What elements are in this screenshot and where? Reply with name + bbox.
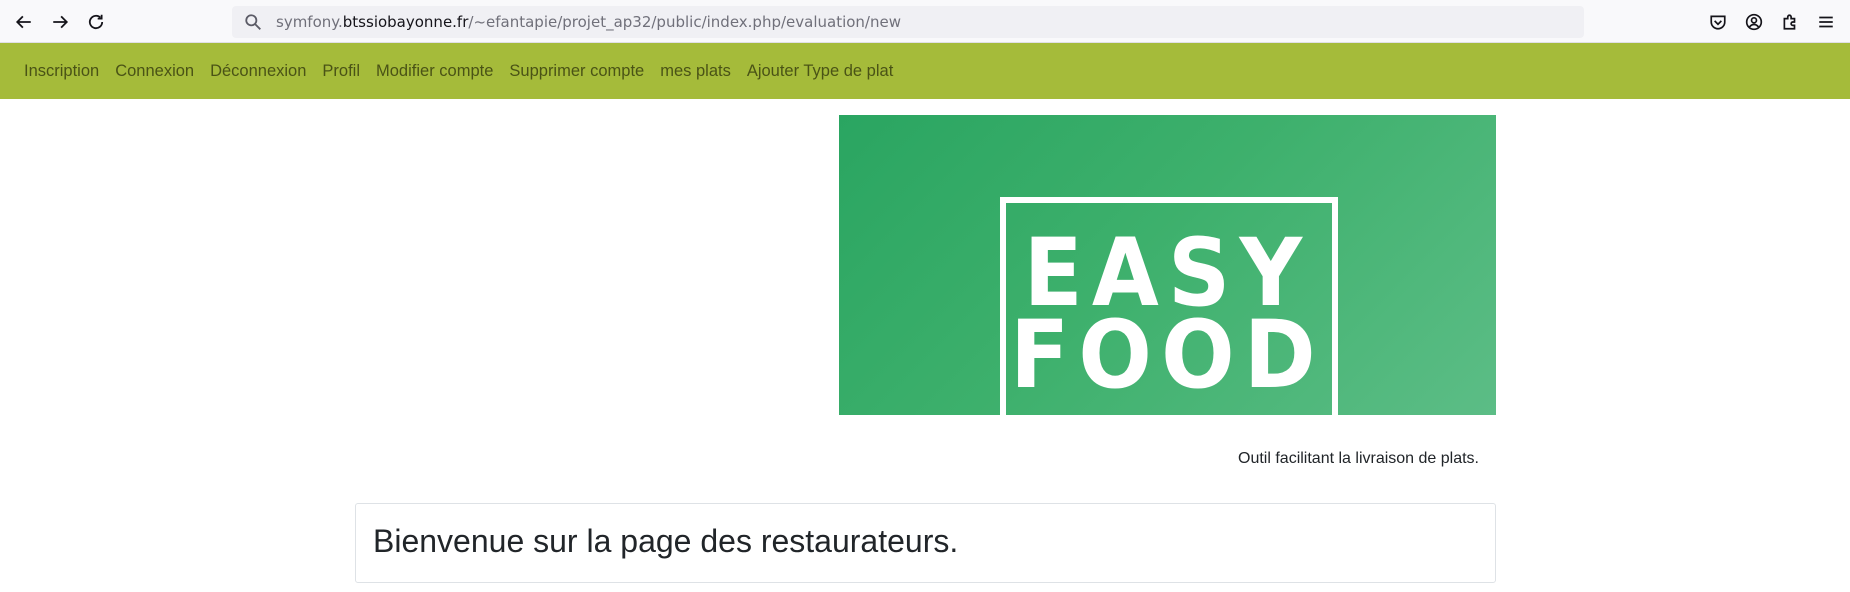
nav-link-inscription[interactable]: Inscription	[16, 43, 107, 99]
url-bar[interactable]: symfony.btssiobayonne.fr/~efantapie/proj…	[232, 6, 1584, 38]
forward-icon	[53, 15, 69, 29]
nav-item-supprimer-compte: Supprimer compte	[501, 43, 652, 99]
pocket-icon	[1710, 15, 1726, 30]
nav-item-modifier-compte: Modifier compte	[368, 43, 501, 99]
site-navbar: Inscription Connexion Déconnexion Profil…	[0, 43, 1850, 99]
nav-item-inscription: Inscription	[16, 43, 107, 99]
nav-link-supprimer-compte[interactable]: Supprimer compte	[501, 43, 652, 99]
back-button[interactable]	[8, 8, 40, 36]
nav-item-connexion: Connexion	[107, 43, 202, 99]
nav-item-profil: Profil	[314, 43, 368, 99]
nav-link-deconnexion[interactable]: Déconnexion	[202, 43, 314, 99]
account-icon	[1745, 13, 1763, 31]
reload-icon	[88, 14, 104, 30]
reload-button[interactable]	[80, 8, 112, 36]
menu-button[interactable]	[1814, 10, 1838, 34]
account-button[interactable]	[1742, 10, 1766, 34]
url-host: btssiobayonne.fr	[342, 13, 469, 31]
welcome-card: Bienvenue sur la page des restaurateurs.	[355, 503, 1496, 583]
nav-item-mes-plats: mes plats	[652, 43, 739, 99]
easy-food-banner: EASY FOOD	[839, 115, 1496, 415]
tagline: Outil facilitant la livraison de plats.	[1238, 450, 1479, 467]
nav-item-ajouter-type-plat: Ajouter Type de plat	[739, 43, 901, 99]
nav-link-mes-plats[interactable]: mes plats	[652, 43, 739, 99]
back-icon	[15, 15, 31, 29]
extensions-button[interactable]	[1778, 10, 1802, 34]
welcome-title: Bienvenue sur la page des restaurateurs.	[373, 523, 959, 559]
nav-link-modifier-compte[interactable]: Modifier compte	[368, 43, 501, 99]
pocket-button[interactable]	[1706, 10, 1730, 34]
extensions-icon	[1783, 14, 1796, 30]
nav-link-profil[interactable]: Profil	[314, 43, 368, 99]
menu-icon	[1819, 16, 1833, 28]
url-text[interactable]: symfony.btssiobayonne.fr/~efantapie/proj…	[276, 6, 901, 38]
url-path: /~efantapie/projet_ap32/public/index.php…	[468, 13, 901, 31]
search-icon	[245, 14, 261, 30]
nav-item-deconnexion: Déconnexion	[202, 43, 314, 99]
url-prefix: symfony.	[276, 13, 343, 31]
forward-button[interactable]	[44, 8, 76, 36]
nav-link-connexion[interactable]: Connexion	[107, 43, 202, 99]
nav-link-ajouter-type-plat[interactable]: Ajouter Type de plat	[739, 43, 901, 99]
browser-toolbar: symfony.btssiobayonne.fr/~efantapie/proj…	[0, 0, 1850, 43]
nav-list: Inscription Connexion Déconnexion Profil…	[0, 43, 1850, 99]
logo-text-food: FOOD	[1010, 301, 1325, 410]
